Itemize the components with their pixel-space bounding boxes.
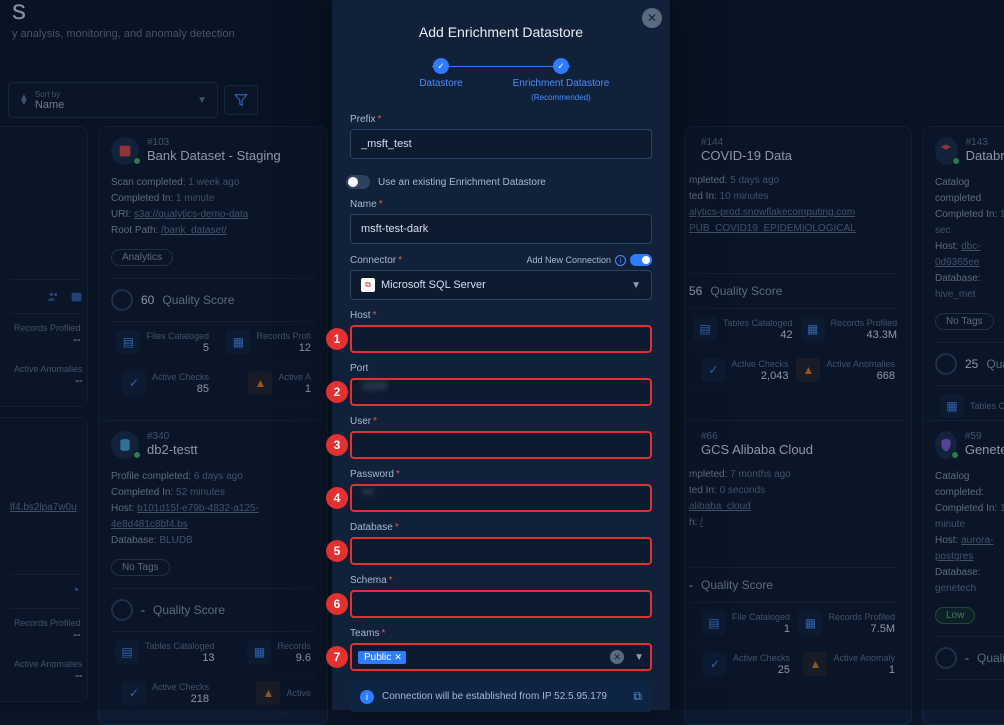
annotation-badge-5: 5	[326, 540, 348, 562]
step-label: Enrichment Datastore	[513, 78, 610, 89]
port-label: Port	[350, 363, 652, 374]
add-connection-label: Add New Connection	[526, 255, 611, 265]
chevron-down-icon: ▼	[634, 652, 644, 663]
teams-input[interactable]: Public ✕ ✕ ▼	[350, 643, 652, 671]
connector-select[interactable]: ⧉ Microsoft SQL Server ▼	[350, 270, 652, 300]
use-existing-toggle[interactable]	[346, 175, 370, 189]
name-input[interactable]	[350, 214, 652, 244]
annotation-badge-3: 3	[326, 434, 348, 456]
port-input[interactable]: 1234	[350, 378, 652, 406]
password-label: Password*	[350, 469, 652, 480]
mssql-icon: ⧉	[361, 278, 375, 292]
host-input[interactable]	[350, 325, 652, 353]
teams-label: Teams*	[350, 628, 652, 639]
remove-chip-icon[interactable]: ✕	[394, 652, 402, 663]
connection-info-text: Connection will be established from IP 5…	[382, 691, 607, 702]
password-input[interactable]: •••	[350, 484, 652, 512]
team-chip[interactable]: Public ✕	[358, 651, 406, 664]
user-input[interactable]	[350, 431, 652, 459]
clear-icon[interactable]: ✕	[610, 650, 624, 664]
host-label: Host*	[350, 310, 652, 321]
annotation-badge-6: 6	[326, 593, 348, 615]
prefix-input[interactable]	[350, 129, 652, 159]
name-label: Name*	[350, 199, 652, 210]
add-connection-toggle[interactable]	[630, 254, 652, 266]
info-icon[interactable]: i	[615, 255, 626, 266]
user-label: User*	[350, 416, 652, 427]
annotation-badge-1: 1	[326, 328, 348, 350]
step-label: Datastore	[419, 78, 462, 89]
add-enrichment-modal: ✕ Add Enrichment Datastore ✓ Datastore ✓…	[332, 0, 670, 710]
schema-input[interactable]	[350, 590, 652, 618]
step-sublabel: (Recommended)	[531, 93, 591, 102]
prefix-label: Prefix*	[350, 114, 652, 125]
schema-label: Schema*	[350, 575, 652, 586]
connection-info-bar: i Connection will be established from IP…	[350, 681, 652, 712]
check-icon: ✓	[553, 58, 569, 74]
database-input[interactable]	[350, 537, 652, 565]
info-icon: i	[360, 690, 374, 704]
copy-icon[interactable]: ⧉	[633, 689, 642, 704]
close-button[interactable]: ✕	[642, 8, 662, 28]
modal-title: Add Enrichment Datastore	[332, 0, 670, 58]
step-connector	[432, 66, 570, 67]
step-datastore[interactable]: ✓ Datastore	[381, 58, 501, 89]
chevron-down-icon: ▼	[631, 280, 641, 291]
use-existing-label: Use an existing Enrichment Datastore	[378, 177, 546, 188]
step-enrichment[interactable]: ✓ Enrichment Datastore (Recommended)	[501, 58, 621, 102]
close-icon: ✕	[647, 11, 657, 25]
database-label: Database*	[350, 522, 652, 533]
connector-value: Microsoft SQL Server	[381, 279, 486, 291]
connector-label: Connector*	[350, 255, 402, 266]
check-icon: ✓	[433, 58, 449, 74]
annotation-badge-7: 7	[326, 646, 348, 668]
annotation-badge-2: 2	[326, 381, 348, 403]
annotation-badge-4: 4	[326, 487, 348, 509]
